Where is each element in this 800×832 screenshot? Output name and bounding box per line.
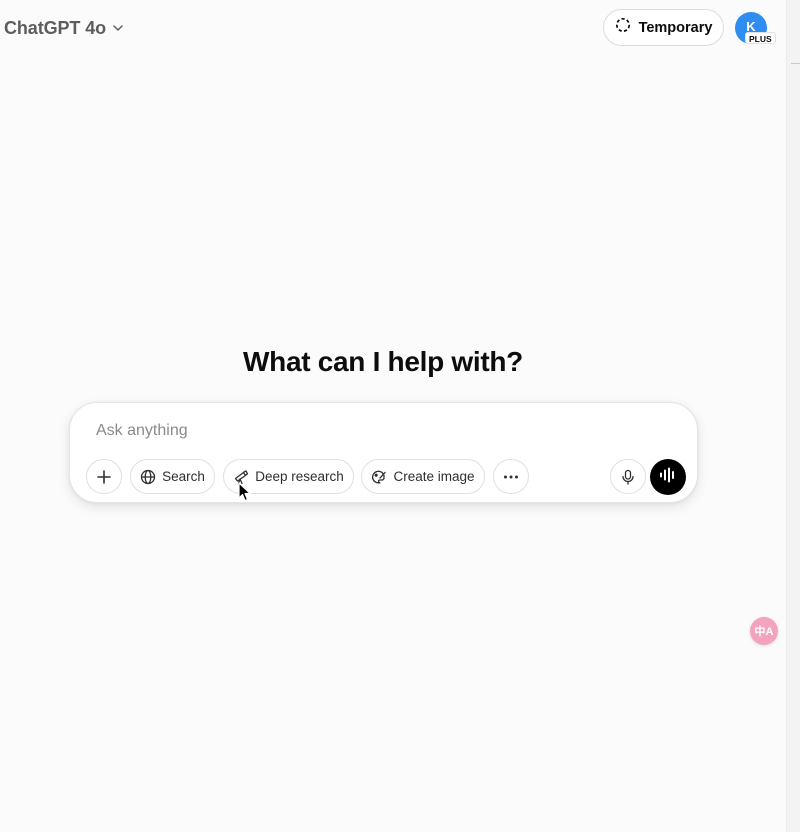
voice-mode-button[interactable]	[650, 459, 686, 495]
translate-extension-button[interactable]: 中A	[750, 617, 778, 645]
plus-icon	[96, 469, 112, 485]
translate-icon: 中A	[754, 626, 774, 638]
model-name: ChatGPT 4o	[4, 17, 107, 38]
dictate-button[interactable]	[610, 459, 646, 494]
deep-research-label: Deep research	[255, 469, 344, 484]
model-switcher[interactable]: ChatGPT 4o	[4, 14, 124, 42]
globe-icon	[140, 469, 156, 485]
temporary-label: Temporary	[638, 19, 713, 36]
scrollbar-track[interactable]	[786, 0, 800, 832]
prompt-input[interactable]	[96, 419, 656, 443]
plan-badge: PLUS	[745, 32, 776, 44]
composer: Search Deep research Create image	[69, 402, 698, 503]
ellipsis-icon	[503, 475, 519, 479]
page-title: What can I help with?	[243, 346, 523, 377]
deep-research-button[interactable]: Deep research	[223, 459, 354, 494]
create-image-button[interactable]: Create image	[361, 459, 485, 494]
search-label: Search	[162, 469, 205, 484]
create-image-label: Create image	[393, 469, 475, 484]
add-attachment-button[interactable]	[86, 459, 122, 494]
more-tools-button[interactable]	[493, 459, 529, 494]
waveform-icon	[659, 467, 677, 488]
chevron-down-icon	[112, 22, 124, 34]
search-button[interactable]: Search	[130, 459, 215, 494]
paint-palette-icon	[371, 469, 387, 485]
telescope-icon	[233, 469, 249, 485]
dashed-circle-icon	[615, 17, 631, 38]
avatar[interactable]: K PLUS	[735, 12, 776, 44]
scrollbar-marker	[791, 63, 800, 64]
microphone-icon	[621, 469, 635, 485]
temporary-chat-button[interactable]: Temporary	[603, 9, 724, 46]
